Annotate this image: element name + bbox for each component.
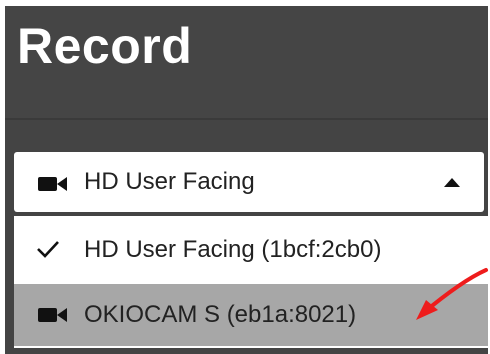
page-title: Record — [17, 18, 193, 74]
red-arrow-annotation — [416, 268, 488, 320]
video-camera-icon — [38, 308, 67, 322]
header-divider — [5, 118, 488, 120]
camera-option-label: OKIOCAM S (eb1a:8021) — [84, 301, 357, 328]
camera-option-label: HD User Facing (1bcf:2cb0) — [84, 236, 382, 263]
header-bar: Record — [5, 6, 488, 118]
caret-up-icon[interactable] — [444, 178, 460, 187]
camera-select-value: HD User Facing — [84, 168, 255, 195]
camera-select[interactable]: HD User Facing — [14, 152, 484, 212]
video-camera-icon — [38, 177, 67, 191]
check-icon — [37, 241, 59, 258]
